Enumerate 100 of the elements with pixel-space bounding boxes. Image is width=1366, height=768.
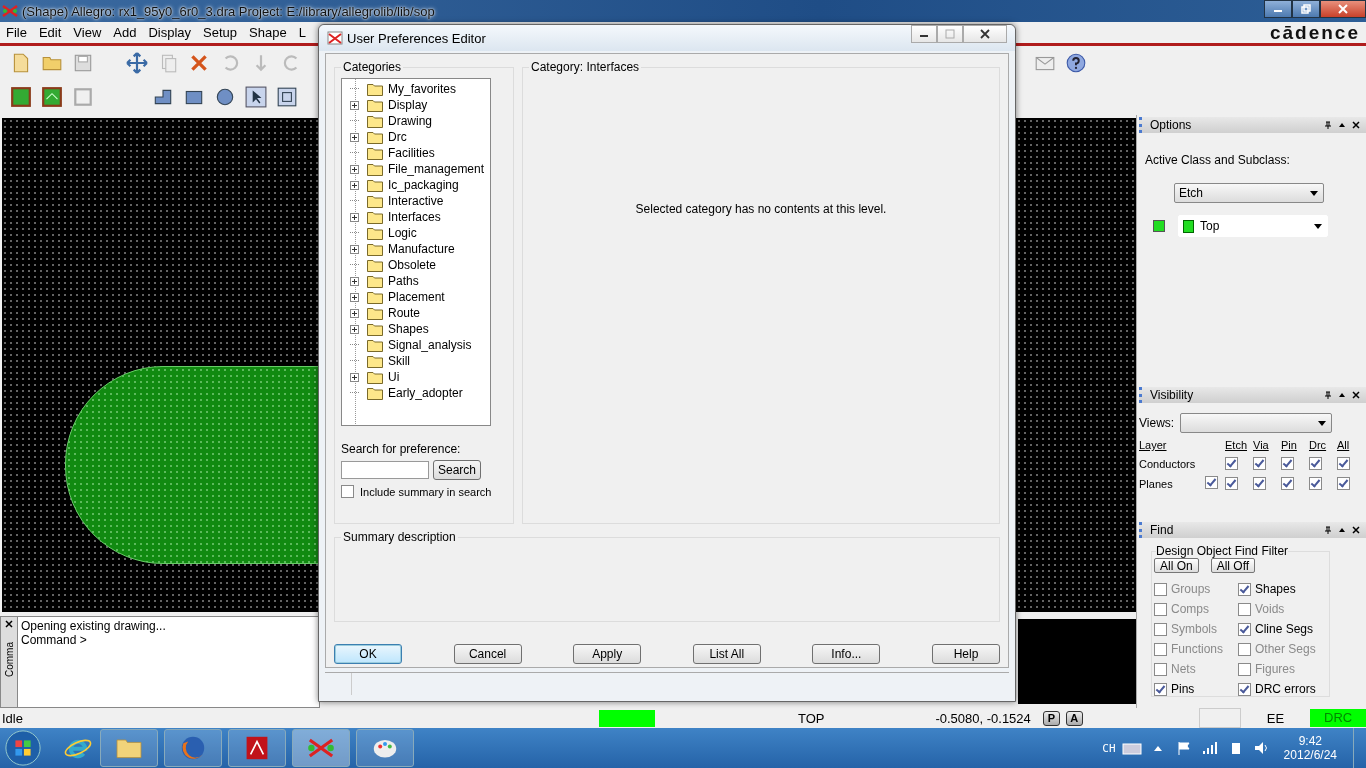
close-icon[interactable] — [1352, 391, 1360, 399]
pin-icon[interactable] — [1324, 526, 1332, 534]
pointer-icon[interactable] — [245, 86, 267, 108]
move-icon[interactable] — [126, 52, 148, 74]
checkbox[interactable] — [341, 485, 354, 498]
checkbox[interactable] — [1154, 642, 1167, 656]
checkbox[interactable] — [1281, 477, 1294, 490]
checkbox[interactable] — [1337, 457, 1350, 470]
checkbox[interactable] — [1238, 622, 1251, 636]
checkbox[interactable] — [1309, 457, 1322, 470]
menu-item[interactable]: Setup — [197, 25, 244, 40]
dialog-button[interactable]: Help — [931, 644, 1000, 664]
collapse-icon[interactable] — [1338, 121, 1346, 129]
expand-icon[interactable] — [350, 164, 359, 174]
checkbox[interactable] — [1154, 582, 1167, 596]
taskbar-button[interactable] — [164, 729, 222, 767]
dialog-button[interactable]: Cancel — [453, 644, 522, 664]
expand-icon[interactable] — [350, 244, 359, 254]
language-indicator[interactable]: CH — [1102, 741, 1116, 755]
checkbox[interactable] — [1225, 477, 1238, 490]
checkbox[interactable] — [1154, 662, 1167, 676]
menu-item[interactable]: File — [0, 25, 33, 40]
close-button[interactable] — [1320, 0, 1366, 18]
category-tree[interactable]: My_favorites Display Drawing Drc Facilities File_management Ic_packaging Interactive Interfaces Logic Manufacture Obsolete Paths Placement Route Shapes Signal_analysis Skill Ui Early_adopter — [341, 78, 491, 426]
tree-item[interactable]: Shapes — [388, 322, 429, 336]
filter-button[interactable]: All On — [1154, 558, 1199, 573]
expand-icon[interactable] — [350, 100, 359, 110]
expand-icon[interactable] — [350, 372, 359, 382]
dialog-button[interactable]: Apply — [573, 644, 642, 664]
checkbox[interactable] — [1154, 602, 1167, 616]
class-dropdown[interactable]: Etch — [1174, 183, 1324, 203]
expand-icon[interactable] — [350, 132, 359, 142]
dialog-button[interactable]: OK — [334, 644, 402, 664]
tree-item[interactable]: File_management — [388, 162, 485, 176]
checkbox[interactable] — [1238, 582, 1251, 596]
tree-item[interactable]: Skill — [388, 354, 410, 368]
checkbox[interactable] — [1238, 602, 1251, 616]
menu-item[interactable]: Shape — [243, 25, 293, 40]
pin-icon[interactable] — [1324, 391, 1332, 399]
mode-button[interactable]: P — [1042, 710, 1060, 726]
expand-icon[interactable] — [350, 180, 359, 190]
color-swatch[interactable] — [1153, 220, 1165, 232]
checkbox[interactable] — [1154, 682, 1167, 696]
tree-item[interactable]: Ic_packaging — [388, 178, 459, 192]
expand-icon[interactable] — [350, 324, 359, 334]
taskbar-button[interactable] — [100, 729, 158, 767]
keyboard-icon[interactable] — [1121, 741, 1142, 755]
collapse-icon[interactable] — [1338, 391, 1346, 399]
views-dropdown[interactable] — [1180, 413, 1333, 433]
circle-icon[interactable] — [214, 86, 236, 108]
expand-icon[interactable] — [350, 292, 359, 302]
taskbar-button[interactable] — [228, 729, 286, 767]
checkbox[interactable] — [1238, 662, 1251, 676]
menu-item[interactable]: Edit — [32, 25, 68, 40]
mode-button[interactable]: A — [1065, 710, 1083, 726]
menu-item[interactable]: Display — [142, 25, 198, 40]
menu-item[interactable]: Add — [107, 25, 143, 40]
tree-item[interactable]: Early_adopter — [388, 386, 463, 400]
dialog-button[interactable]: Info... — [812, 644, 881, 664]
tree-item[interactable]: Ui — [388, 370, 400, 384]
delete-icon[interactable] — [188, 52, 210, 74]
checkbox[interactable] — [1337, 477, 1350, 490]
tree-item[interactable]: Obsolete — [388, 258, 437, 272]
checkbox[interactable] — [1309, 477, 1322, 490]
checkbox[interactable] — [1253, 477, 1266, 490]
checkbox[interactable] — [1225, 457, 1238, 470]
shape-edit-icon[interactable] — [276, 86, 298, 108]
tree-item[interactable]: Interfaces — [388, 210, 441, 224]
collapse-icon[interactable] — [1338, 526, 1346, 534]
checkbox[interactable] — [1205, 476, 1218, 489]
search-button[interactable]: Search — [433, 460, 481, 480]
tree-item[interactable]: Drc — [388, 130, 407, 144]
tree-item[interactable]: Manufacture — [388, 242, 455, 256]
pin-icon[interactable] — [1324, 121, 1332, 129]
close-button[interactable] — [963, 25, 1007, 43]
board-icon[interactable] — [41, 86, 63, 108]
checkbox[interactable] — [1238, 642, 1251, 656]
checkbox[interactable] — [1281, 457, 1294, 470]
close-icon[interactable] — [1352, 526, 1360, 534]
tree-item[interactable]: Route — [388, 306, 421, 320]
taskbar-button[interactable] — [356, 729, 414, 767]
expand-icon[interactable] — [350, 308, 359, 318]
close-icon[interactable] — [5, 620, 13, 628]
tree-item[interactable]: Drawing — [388, 114, 432, 128]
minimize-button[interactable] — [911, 25, 937, 43]
tree-item[interactable]: My_favorites — [388, 82, 457, 96]
menu-item[interactable]: L — [292, 25, 312, 40]
checkbox[interactable] — [1253, 457, 1266, 470]
checkbox[interactable] — [1238, 682, 1251, 696]
tree-item[interactable]: Facilities — [388, 146, 435, 160]
menu-item[interactable]: View — [67, 25, 108, 40]
expand-icon[interactable] — [350, 212, 359, 222]
subclass-dropdown[interactable]: Top — [1178, 215, 1328, 237]
checkbox[interactable] — [1154, 622, 1167, 636]
help-icon[interactable] — [1065, 52, 1087, 74]
dialog-button[interactable]: List All — [692, 644, 761, 664]
tree-item[interactable]: Signal_analysis — [388, 338, 472, 352]
filter-button[interactable]: All Off — [1210, 558, 1256, 573]
board-icon[interactable] — [10, 86, 32, 108]
tree-item[interactable]: Placement — [388, 290, 445, 304]
